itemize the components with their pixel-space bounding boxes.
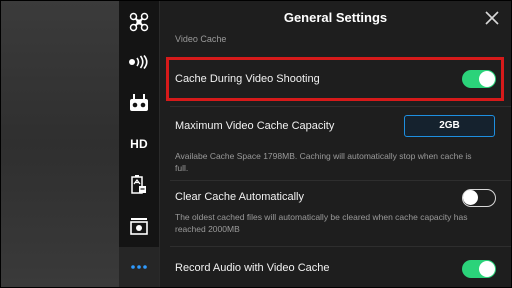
divider <box>170 180 511 181</box>
camera-view <box>1 1 119 287</box>
aircraft-icon[interactable] <box>119 2 159 42</box>
battery-icon[interactable] <box>119 165 159 205</box>
close-icon[interactable] <box>483 9 501 27</box>
toggle-knob <box>463 190 478 205</box>
cache-space-note: Availabe Cache Space 1798MB. Caching wil… <box>175 151 472 173</box>
divider <box>170 106 511 107</box>
hd-video-settings[interactable]: HD <box>119 124 159 164</box>
signal-icon[interactable] <box>119 42 159 82</box>
clear-cache-toggle[interactable] <box>462 189 496 207</box>
section-label: Video Cache <box>175 34 227 44</box>
highlight-box <box>166 57 504 101</box>
clear-cache-label: Clear Cache Automatically <box>175 191 305 203</box>
camera-icon[interactable] <box>119 206 159 246</box>
settings-sidebar: HD <box>119 1 160 287</box>
toggle-knob <box>479 261 495 277</box>
record-audio-toggle[interactable] <box>462 260 496 278</box>
general-settings-panel: General Settings Video Cache Cache Durin… <box>160 1 511 287</box>
hd-label: HD <box>130 137 148 151</box>
page-title: General Settings <box>283 10 388 25</box>
max-cache-capacity-label: Maximum Video Cache Capacity <box>175 120 335 132</box>
cache-capacity-button[interactable]: 2GB <box>404 115 495 137</box>
clear-cache-note: The oldest cached files will automatical… <box>175 212 468 234</box>
more-icon[interactable] <box>119 247 159 287</box>
record-audio-label: Record Audio with Video Cache <box>175 262 330 274</box>
remote-controller-icon[interactable] <box>119 83 159 123</box>
app-frame: HD General Settings Video Cache Cache Du… <box>0 0 512 288</box>
divider <box>170 246 511 247</box>
